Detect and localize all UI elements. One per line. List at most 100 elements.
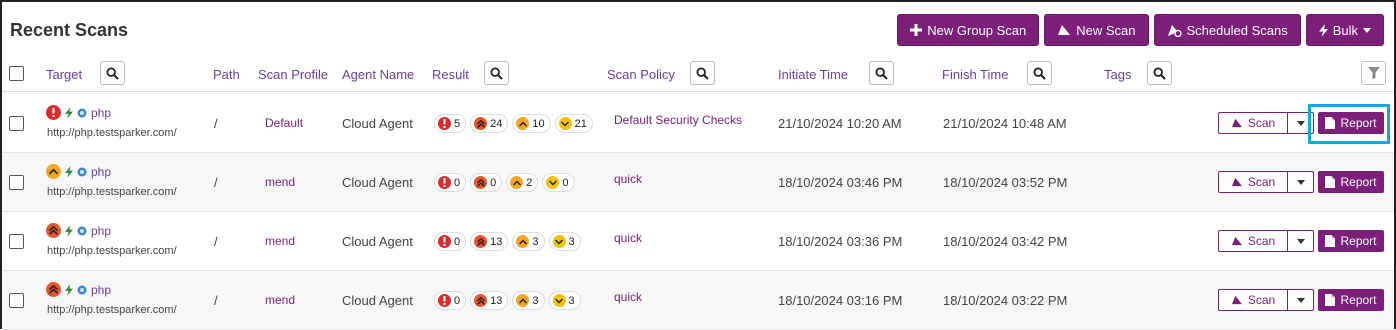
select-all-checkbox[interactable] bbox=[9, 66, 24, 81]
initiate-time-value: 18/10/2024 03:46 PM bbox=[778, 175, 903, 190]
row-checkbox[interactable] bbox=[9, 234, 24, 249]
column-filter-button[interactable] bbox=[1361, 61, 1386, 85]
scan-profile-link[interactable]: mend bbox=[265, 234, 295, 248]
initiate-time-value: 18/10/2024 03:16 PM bbox=[778, 293, 903, 308]
medium-count-badge[interactable]: 2 bbox=[506, 173, 539, 192]
target-filter-button[interactable] bbox=[100, 61, 125, 85]
column-finish-time[interactable]: Finish Time bbox=[942, 67, 1008, 82]
tags-filter-button[interactable] bbox=[1147, 61, 1172, 85]
scan-profile-link[interactable]: mend bbox=[265, 175, 295, 189]
medium-count-badge[interactable]: 3 bbox=[512, 232, 545, 251]
low-icon bbox=[546, 176, 560, 189]
target-url[interactable]: http://php.testsparker.com/ bbox=[47, 127, 177, 139]
cloud-agent-icon bbox=[77, 167, 87, 176]
scheduled-scans-button[interactable]: Scheduled Scans bbox=[1153, 14, 1301, 46]
result-filter-button[interactable] bbox=[484, 61, 509, 85]
column-initiate-time[interactable]: Initiate Time bbox=[778, 67, 848, 82]
low-count-badge[interactable]: 21 bbox=[554, 114, 593, 133]
scan-icon bbox=[1231, 236, 1242, 246]
column-tags[interactable]: Tags bbox=[1104, 67, 1131, 82]
target-url[interactable]: http://php.testsparker.com/ bbox=[47, 186, 177, 198]
target-name[interactable]: php bbox=[91, 224, 111, 238]
new-scan-button[interactable]: New Scan bbox=[1044, 14, 1149, 46]
low-count-badge[interactable]: 3 bbox=[548, 232, 581, 251]
scan-profile-link[interactable]: Default bbox=[265, 116, 303, 130]
rescan-button[interactable]: Scan bbox=[1218, 171, 1288, 193]
finish-time-filter-button[interactable] bbox=[1027, 61, 1052, 85]
column-path[interactable]: Path bbox=[213, 67, 240, 82]
scan-options-dropdown[interactable] bbox=[1288, 230, 1314, 252]
bulk-label: Bulk bbox=[1332, 22, 1358, 38]
initiate-time-filter-button[interactable] bbox=[869, 61, 894, 85]
column-agent-name[interactable]: Agent Name bbox=[342, 67, 414, 82]
initiate-time-value: 21/10/2024 10:20 AM bbox=[778, 116, 902, 131]
report-button[interactable]: Report bbox=[1318, 171, 1384, 193]
low-count-badge[interactable]: 3 bbox=[548, 291, 581, 310]
result-badges: 0 0 2 0 bbox=[434, 173, 575, 192]
path-value: / bbox=[214, 234, 218, 249]
target-url[interactable]: http://php.testsparker.com/ bbox=[47, 245, 177, 257]
bolt-icon bbox=[65, 224, 73, 237]
target-name[interactable]: php bbox=[91, 283, 111, 297]
bulk-dropdown-button[interactable]: Bulk bbox=[1305, 14, 1384, 46]
critical-count: 0 bbox=[454, 294, 461, 307]
critical-count-badge[interactable]: 0 bbox=[434, 291, 467, 310]
rescan-button[interactable]: Scan bbox=[1218, 112, 1288, 134]
finish-time-value: 21/10/2024 10:48 AM bbox=[943, 116, 1067, 131]
report-button-highlight bbox=[1308, 104, 1390, 144]
rescan-button[interactable]: Scan bbox=[1218, 289, 1288, 311]
report-button[interactable]: Report bbox=[1318, 289, 1384, 311]
critical-icon bbox=[46, 105, 61, 120]
high-count: 0 bbox=[490, 176, 497, 189]
report-button[interactable]: Report bbox=[1318, 230, 1384, 252]
result-badges: 0 13 3 3 bbox=[434, 232, 581, 251]
recent-scans-panel: Recent Scans New Group Scan New Scan Sch… bbox=[0, 0, 1396, 330]
critical-count-badge[interactable]: 5 bbox=[434, 114, 467, 133]
rescan-button[interactable]: Scan bbox=[1218, 230, 1288, 252]
low-icon bbox=[552, 294, 566, 307]
low-count: 3 bbox=[568, 235, 575, 248]
medium-count: 2 bbox=[526, 176, 533, 189]
medium-count: 3 bbox=[532, 235, 539, 248]
high-count-badge[interactable]: 0 bbox=[470, 173, 503, 192]
scan-policy-link[interactable]: quick bbox=[614, 231, 642, 245]
target-url[interactable]: http://php.testsparker.com/ bbox=[47, 304, 177, 316]
scan-policy-filter-button[interactable] bbox=[690, 61, 715, 85]
scan-policy-link[interactable]: Default Security Checks bbox=[614, 113, 742, 127]
row-checkbox[interactable] bbox=[9, 293, 24, 308]
scan-policy-link[interactable]: quick bbox=[614, 172, 642, 186]
path-value: / bbox=[214, 293, 218, 308]
medium-icon bbox=[510, 176, 524, 189]
scan-icon bbox=[1058, 25, 1071, 35]
table-header: Target Path Scan Profile Agent Name Resu… bbox=[2, 58, 1394, 92]
high-count: 13 bbox=[490, 294, 503, 307]
column-target[interactable]: Target bbox=[46, 67, 82, 82]
critical-count-badge[interactable]: 0 bbox=[434, 232, 467, 251]
row-checkbox[interactable] bbox=[9, 116, 24, 131]
high-icon bbox=[474, 117, 488, 130]
column-scan-profile[interactable]: Scan Profile bbox=[258, 67, 328, 82]
column-scan-policy[interactable]: Scan Policy bbox=[607, 67, 675, 82]
low-count-badge[interactable]: 0 bbox=[542, 173, 575, 192]
new-group-scan-button[interactable]: New Group Scan bbox=[897, 14, 1040, 46]
scan-policy-link[interactable]: quick bbox=[614, 290, 642, 304]
table-row: php http://php.testsparker.com/ / Defaul… bbox=[2, 94, 1394, 153]
caret-down-icon bbox=[1296, 238, 1305, 244]
medium-count: 3 bbox=[532, 294, 539, 307]
scan-profile-link[interactable]: mend bbox=[265, 293, 295, 307]
target-name[interactable]: php bbox=[91, 165, 111, 179]
initiate-time-value: 18/10/2024 03:36 PM bbox=[778, 234, 903, 249]
row-checkbox[interactable] bbox=[9, 175, 24, 190]
high-count-badge[interactable]: 13 bbox=[470, 232, 509, 251]
high-count-badge[interactable]: 13 bbox=[470, 291, 509, 310]
scan-options-dropdown[interactable] bbox=[1288, 171, 1314, 193]
medium-count-badge[interactable]: 10 bbox=[512, 114, 551, 133]
report-label: Report bbox=[1340, 234, 1377, 248]
high-count-badge[interactable]: 24 bbox=[470, 114, 509, 133]
scan-options-dropdown[interactable] bbox=[1288, 289, 1314, 311]
critical-count-badge[interactable]: 0 bbox=[434, 173, 467, 192]
column-result[interactable]: Result bbox=[432, 67, 469, 82]
medium-count-badge[interactable]: 3 bbox=[512, 291, 545, 310]
target-name[interactable]: php bbox=[91, 106, 111, 120]
finish-time-value: 18/10/2024 03:22 PM bbox=[943, 293, 1068, 308]
